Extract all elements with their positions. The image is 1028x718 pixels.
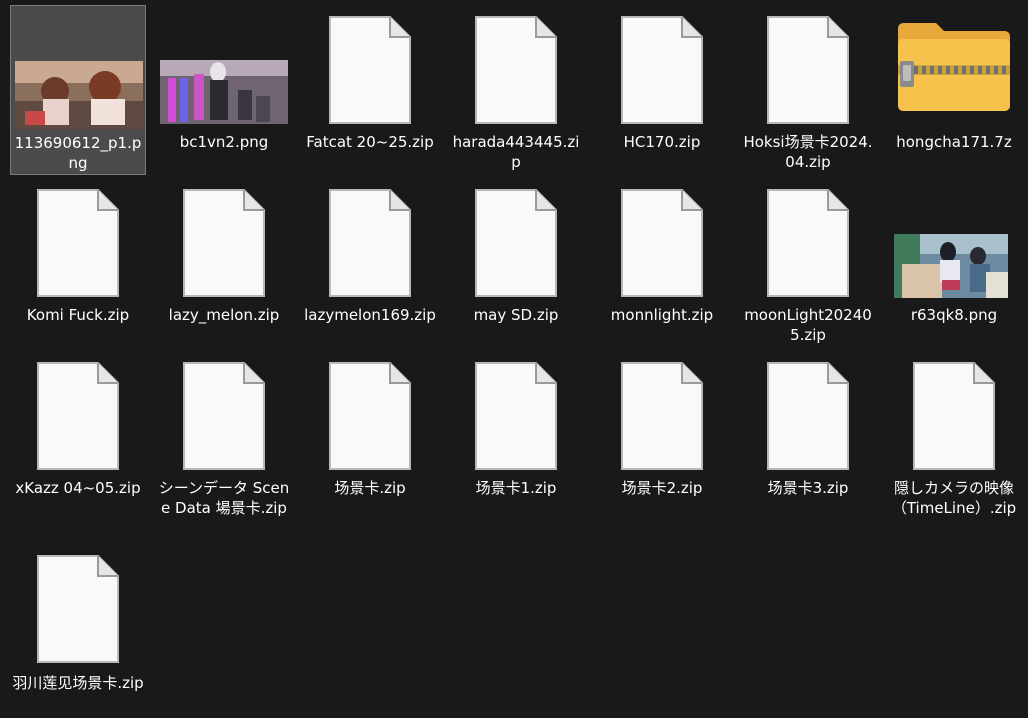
file-name: Fatcat 20~25.zip xyxy=(306,133,434,151)
file-name: 场景卡3.zip xyxy=(767,479,849,497)
file-item[interactable]: lazymelon169.zip xyxy=(302,178,438,348)
file-name: hongcha171.7z xyxy=(896,133,1012,151)
zipped-folder-icon xyxy=(896,21,1012,113)
generic-file-icon xyxy=(182,361,266,471)
file-grid: 113690612_p1.png bc1vn2.png Fatcat 20~25… xyxy=(0,0,1028,718)
file-name: may SD.zip xyxy=(473,306,559,324)
generic-file-icon xyxy=(766,361,850,471)
generic-file-icon xyxy=(474,361,558,471)
file-item[interactable]: 场景卡2.zip xyxy=(594,351,730,521)
generic-file-icon xyxy=(620,15,704,125)
generic-file-icon xyxy=(474,188,558,298)
file-item[interactable]: Fatcat 20~25.zip xyxy=(302,5,438,175)
generic-file-icon xyxy=(36,554,120,664)
generic-file-icon xyxy=(328,361,412,471)
file-name: シーンデータ Scene Data 場景卡.zip xyxy=(158,479,290,517)
file-item[interactable]: hongcha171.7z xyxy=(886,5,1022,175)
generic-file-icon xyxy=(474,15,558,125)
file-item[interactable]: シーンデータ Scene Data 場景卡.zip xyxy=(156,351,292,521)
generic-file-icon xyxy=(182,188,266,298)
generic-file-icon xyxy=(36,188,120,298)
image-thumbnail-icon xyxy=(894,234,1008,298)
file-name: HC170.zip xyxy=(623,133,701,151)
file-item[interactable]: Komi Fuck.zip xyxy=(10,178,146,348)
file-item[interactable]: xKazz 04~05.zip xyxy=(10,351,146,521)
generic-file-icon xyxy=(766,15,850,125)
file-item[interactable]: may SD.zip xyxy=(448,178,584,348)
generic-file-icon xyxy=(328,188,412,298)
file-item[interactable]: 场景卡3.zip xyxy=(740,351,876,521)
file-item[interactable]: Hoksi场景卡2024.04.zip xyxy=(740,5,876,175)
generic-file-icon xyxy=(620,188,704,298)
file-name: 羽川莲见场景卡.zip xyxy=(12,674,144,692)
file-item[interactable]: 113690612_p1.png xyxy=(10,5,146,175)
file-name: bc1vn2.png xyxy=(179,133,269,151)
file-item[interactable]: lazy_melon.zip xyxy=(156,178,292,348)
file-name: moonLight202405.zip xyxy=(744,306,872,344)
image-thumbnail-icon xyxy=(160,60,288,124)
generic-file-icon xyxy=(620,361,704,471)
file-item[interactable]: monnlight.zip xyxy=(594,178,730,348)
file-name: Hoksi场景卡2024.04.zip xyxy=(743,133,873,171)
generic-file-icon xyxy=(36,361,120,471)
file-name: r63qk8.png xyxy=(910,306,998,324)
file-name: xKazz 04~05.zip xyxy=(15,479,141,497)
file-name: lazymelon169.zip xyxy=(304,306,436,324)
file-name: 113690612_p1.png xyxy=(14,134,142,172)
file-item[interactable]: 场景卡1.zip xyxy=(448,351,584,521)
file-item[interactable]: bc1vn2.png xyxy=(156,5,292,175)
file-item[interactable]: harada443445.zip xyxy=(448,5,584,175)
file-name: Komi Fuck.zip xyxy=(26,306,130,324)
file-item[interactable]: 羽川莲见场景卡.zip xyxy=(10,544,146,718)
file-name: 场景卡2.zip xyxy=(621,479,703,497)
file-item[interactable]: moonLight202405.zip xyxy=(740,178,876,348)
file-item[interactable]: 场景卡.zip xyxy=(302,351,438,521)
file-item[interactable]: 隠しカメラの映像（TimeLine）.zip xyxy=(886,351,1022,521)
file-name: 场景卡.zip xyxy=(334,479,406,497)
file-name: harada443445.zip xyxy=(452,133,580,171)
file-item[interactable]: r63qk8.png xyxy=(886,178,1022,348)
file-name: 隠しカメラの映像（TimeLine）.zip xyxy=(891,479,1017,517)
file-item[interactable]: HC170.zip xyxy=(594,5,730,175)
generic-file-icon xyxy=(328,15,412,125)
generic-file-icon xyxy=(912,361,996,471)
file-name: monnlight.zip xyxy=(610,306,714,324)
generic-file-icon xyxy=(766,188,850,298)
file-name: 场景卡1.zip xyxy=(475,479,557,497)
image-thumbnail-icon xyxy=(15,61,143,129)
file-name: lazy_melon.zip xyxy=(168,306,280,324)
